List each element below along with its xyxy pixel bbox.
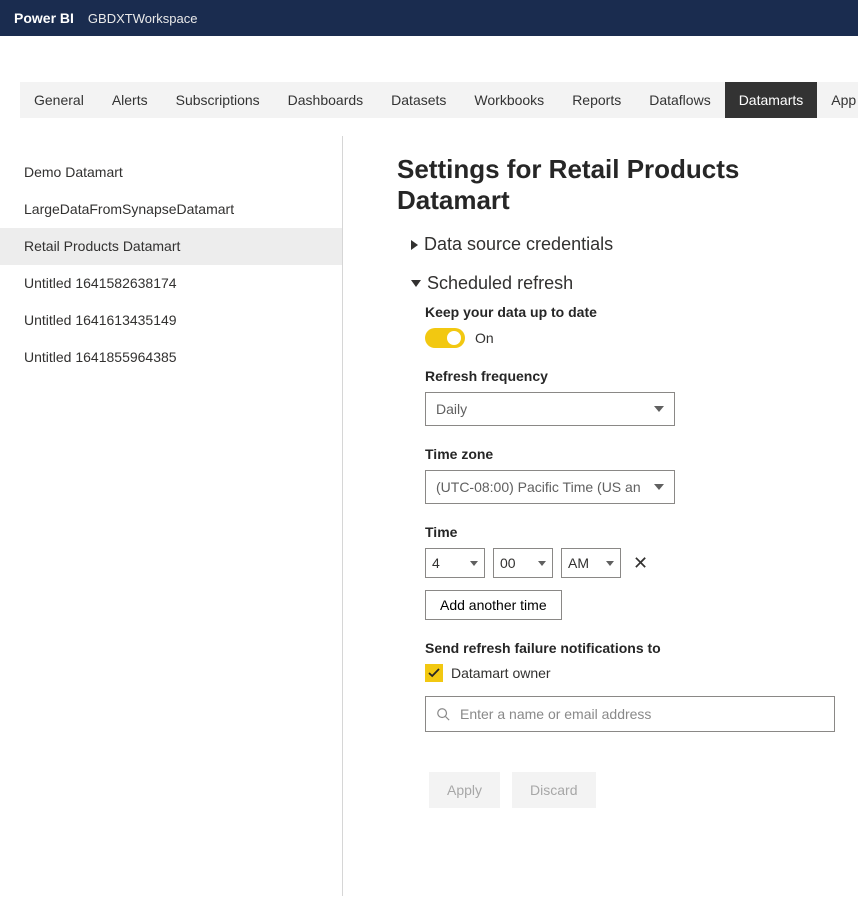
toggle-knob (447, 331, 461, 345)
timezone-label: Time zone (425, 446, 858, 462)
content-area: Demo DatamartLargeDataFromSynapseDatamar… (0, 136, 858, 896)
sidebar-item[interactable]: LargeDataFromSynapseDatamart (0, 191, 342, 228)
tab-alerts[interactable]: Alerts (98, 82, 162, 118)
section-scheduled-refresh: Scheduled refresh Keep your data up to d… (411, 269, 858, 808)
toggle-row: On (425, 328, 858, 348)
caret-right-icon (411, 240, 418, 250)
section-body-refresh: Keep your data up to date On Refresh fre… (425, 304, 858, 808)
keep-data-label: Keep your data up to date (425, 304, 858, 320)
chevron-down-icon (654, 484, 664, 490)
section-header-refresh[interactable]: Scheduled refresh (411, 269, 858, 298)
sidebar-item[interactable]: Untitled 1641582638174 (0, 265, 342, 302)
notification-recipient-input[interactable] (458, 705, 824, 723)
add-another-time-button[interactable]: Add another time (425, 590, 562, 620)
tab-datamarts[interactable]: Datamarts (725, 82, 818, 118)
page-title: Settings for Retail Products Datamart (397, 154, 858, 216)
toggle-state-label: On (475, 330, 494, 346)
top-bar: Power BI GBDXTWorkspace (0, 0, 858, 36)
tab-subscriptions[interactable]: Subscriptions (162, 82, 274, 118)
sidebar-item[interactable]: Demo Datamart (0, 154, 342, 191)
sidebar-item[interactable]: Untitled 1641855964385 (0, 339, 342, 376)
datamart-owner-checkbox[interactable] (425, 664, 443, 682)
tab-reports[interactable]: Reports (558, 82, 635, 118)
time-row: 4 00 AM ✕ (425, 548, 858, 578)
workspace-label: GBDXTWorkspace (88, 11, 198, 26)
datamart-list-sidebar: Demo DatamartLargeDataFromSynapseDatamar… (0, 136, 343, 896)
notify-label: Send refresh failure notifications to (425, 640, 858, 656)
section-label: Data source credentials (424, 234, 613, 255)
tab-app[interactable]: App (817, 82, 858, 118)
discard-button[interactable]: Discard (512, 772, 595, 808)
sidebar-item[interactable]: Retail Products Datamart (0, 228, 342, 265)
select-value: Daily (436, 401, 467, 417)
settings-tabbar: GeneralAlertsSubscriptionsDashboardsData… (0, 82, 858, 118)
owner-checkbox-row: Datamart owner (425, 664, 858, 682)
caret-down-icon (411, 280, 421, 287)
select-value: (UTC-08:00) Pacific Time (US an (436, 479, 641, 495)
chevron-down-icon (538, 561, 546, 566)
chevron-down-icon (654, 406, 664, 412)
time-hour-select[interactable]: 4 (425, 548, 485, 578)
refresh-frequency-select[interactable]: Daily (425, 392, 675, 426)
tab-general[interactable]: General (20, 82, 98, 118)
settings-panel: Settings for Retail Products Datamart Da… (343, 136, 858, 896)
brand-label: Power BI (14, 10, 74, 26)
section-header-credentials[interactable]: Data source credentials (411, 230, 858, 259)
timezone-select[interactable]: (UTC-08:00) Pacific Time (US an (425, 470, 675, 504)
select-value: 00 (500, 555, 516, 571)
refresh-frequency-label: Refresh frequency (425, 368, 858, 384)
tab-dataflows[interactable]: Dataflows (635, 82, 724, 118)
chevron-down-icon (606, 561, 614, 566)
remove-time-button[interactable]: ✕ (629, 554, 652, 572)
sidebar-item[interactable]: Untitled 1641613435149 (0, 302, 342, 339)
section-data-source-credentials: Data source credentials (411, 230, 858, 259)
action-button-row: Apply Discard (429, 772, 858, 808)
tab-workbooks[interactable]: Workbooks (460, 82, 558, 118)
select-value: 4 (432, 555, 440, 571)
search-icon (436, 707, 450, 721)
notification-recipient-input-wrapper (425, 696, 835, 732)
select-value: AM (568, 555, 589, 571)
time-ampm-select[interactable]: AM (561, 548, 621, 578)
checkbox-label: Datamart owner (451, 665, 551, 681)
tab-dashboards[interactable]: Dashboards (274, 82, 378, 118)
time-minute-select[interactable]: 00 (493, 548, 553, 578)
chevron-down-icon (470, 561, 478, 566)
check-icon (428, 667, 440, 679)
section-label: Scheduled refresh (427, 273, 573, 294)
tab-datasets[interactable]: Datasets (377, 82, 460, 118)
keep-data-toggle[interactable] (425, 328, 465, 348)
time-label: Time (425, 524, 858, 540)
apply-button[interactable]: Apply (429, 772, 500, 808)
